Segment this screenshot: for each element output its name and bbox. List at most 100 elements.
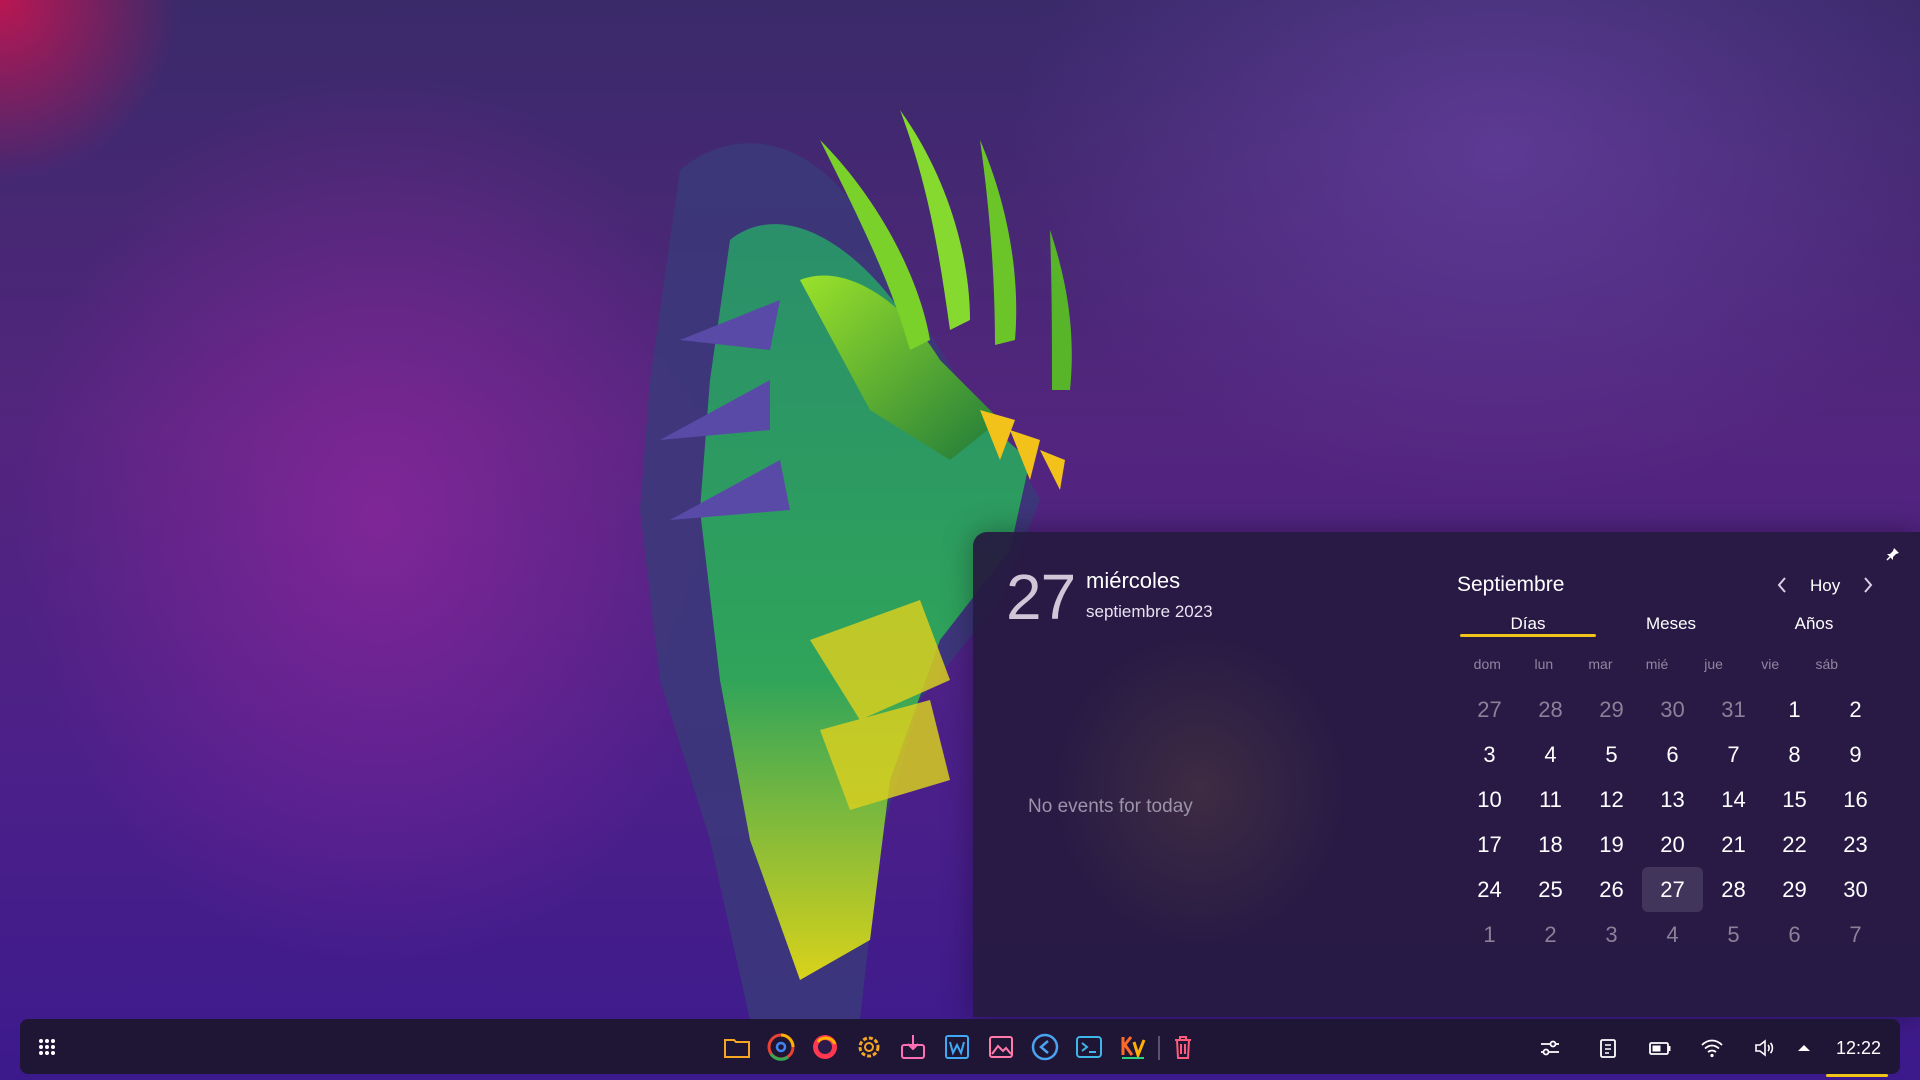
clipboard-icon [1600, 1039, 1616, 1058]
weekday-label: dom [1473, 656, 1501, 672]
calendar-day[interactable]: 21 [1703, 822, 1764, 867]
firefox-icon [813, 1035, 837, 1059]
writer-app-button[interactable] [942, 1032, 972, 1062]
tab-months[interactable]: Meses [1603, 614, 1739, 634]
calendar-day[interactable]: 20 [1642, 822, 1703, 867]
calendar-day[interactable]: 30 [1825, 867, 1886, 912]
show-hidden-tray-button[interactable] [1792, 1036, 1816, 1060]
calendar-day-other-month[interactable]: 5 [1703, 912, 1764, 957]
calendar-day[interactable]: 7 [1703, 732, 1764, 777]
today-button[interactable]: Hoy [1810, 576, 1840, 596]
weekday-label: mié [1645, 656, 1669, 672]
calendar-day[interactable]: 13 [1642, 777, 1703, 822]
weekday-label: lun [1534, 656, 1554, 672]
weekday-label: vie [1761, 656, 1780, 672]
calendar-day[interactable]: 19 [1581, 822, 1642, 867]
previous-month-button[interactable] [1773, 572, 1791, 598]
settings-app-button[interactable] [854, 1032, 884, 1062]
app-launcher-button[interactable] [32, 1032, 62, 1062]
calendar-day[interactable]: 29 [1764, 867, 1825, 912]
app-grid-icon [39, 1039, 55, 1055]
writer-icon [945, 1035, 969, 1059]
calendar-day[interactable]: 9 [1825, 732, 1886, 777]
quick-settings-button[interactable] [1538, 1036, 1562, 1060]
volume-indicator[interactable] [1752, 1036, 1776, 1060]
calendar-day-other-month[interactable]: 3 [1581, 912, 1642, 957]
image-viewer-icon [989, 1036, 1013, 1058]
calendar-day[interactable]: 11 [1520, 777, 1581, 822]
calendar-day[interactable]: 5 [1581, 732, 1642, 777]
selected-weekday: miércoles [1086, 568, 1181, 593]
calendar-day[interactable]: 12 [1581, 777, 1642, 822]
calendar-day[interactable]: 10 [1459, 777, 1520, 822]
calendar-day-other-month[interactable]: 29 [1581, 687, 1642, 732]
settings-gear-icon [858, 1036, 880, 1058]
calendar-day[interactable]: 18 [1520, 822, 1581, 867]
sliders-icon [1541, 1040, 1559, 1056]
calendar-day-other-month[interactable]: 6 [1764, 912, 1825, 957]
image-viewer-button[interactable] [986, 1032, 1016, 1062]
selected-day-number: 27 [1006, 561, 1076, 633]
calendar-day-other-month[interactable]: 28 [1520, 687, 1581, 732]
calendar-day[interactable]: 24 [1459, 867, 1520, 912]
calendar-day[interactable]: 8 [1764, 732, 1825, 777]
calendar-day[interactable]: 1 [1764, 687, 1825, 732]
files-app-button[interactable] [722, 1032, 752, 1062]
calendar-day[interactable]: 22 [1764, 822, 1825, 867]
weekday-label: jue [1704, 656, 1723, 672]
taskbar-clock[interactable]: 12:22 [1836, 1038, 1881, 1059]
battery-indicator[interactable] [1648, 1036, 1672, 1060]
chrome-app-button[interactable] [766, 1032, 796, 1062]
pin-icon [1886, 548, 1899, 561]
weekday-header-row: dom lun mar mié jue vie sáb [1459, 656, 1855, 676]
calendar-day[interactable]: 14 [1703, 777, 1764, 822]
selected-month-year: septiembre 2023 [1086, 602, 1213, 621]
calendar-day[interactable]: 25 [1520, 867, 1581, 912]
tab-days[interactable]: Días [1460, 614, 1596, 634]
calendar-day-other-month[interactable]: 4 [1642, 912, 1703, 957]
vscode-app-button[interactable] [1030, 1032, 1060, 1062]
trash-icon [1175, 1036, 1191, 1059]
clipboard-button[interactable] [1596, 1036, 1620, 1060]
pin-button[interactable] [1886, 547, 1900, 561]
tab-years[interactable]: Años [1746, 614, 1882, 634]
taskbar-separator [1158, 1036, 1160, 1060]
calendar-day[interactable]: 15 [1764, 777, 1825, 822]
wifi-indicator[interactable] [1700, 1036, 1724, 1060]
volume-icon [1755, 1039, 1774, 1057]
next-month-button[interactable] [1859, 572, 1877, 598]
calendar-day[interactable]: 4 [1520, 732, 1581, 777]
calendar-day-other-month[interactable]: 31 [1703, 687, 1764, 732]
software-installer-icon [901, 1035, 925, 1059]
calendar-day[interactable]: 17 [1459, 822, 1520, 867]
calendar-day[interactable]: 6 [1642, 732, 1703, 777]
calendar-day[interactable]: 16 [1825, 777, 1886, 822]
weekday-label: mar [1588, 656, 1613, 672]
terminal-app-button[interactable] [1074, 1032, 1104, 1062]
calendar-day[interactable]: 28 [1703, 867, 1764, 912]
kv-editor-app-button[interactable] [1118, 1032, 1148, 1062]
chrome-icon [767, 1033, 795, 1061]
calendar-day-other-month[interactable]: 1 [1459, 912, 1520, 957]
calendar-day-grid: 27 28 29 30 31 1 2 3 4 5 6 7 8 9 10 11 12 13 14 15 16 17 18 19 2… [1459, 687, 1886, 957]
calendar-day[interactable]: 23 [1825, 822, 1886, 867]
software-installer-button[interactable] [898, 1032, 928, 1062]
terminal-icon [1076, 1036, 1102, 1058]
calendar-day-today[interactable]: 27 [1642, 867, 1703, 912]
chevron-left-icon [1777, 577, 1786, 593]
weekday-label: sáb [1815, 656, 1839, 672]
calendar-day[interactable]: 2 [1825, 687, 1886, 732]
calendar-day-other-month[interactable]: 27 [1459, 687, 1520, 732]
battery-icon [1649, 1042, 1671, 1055]
calendar-day-other-month[interactable]: 30 [1642, 687, 1703, 732]
vscode-icon [1031, 1033, 1059, 1061]
chevron-up-icon [1798, 1045, 1810, 1051]
chevron-right-icon [1864, 577, 1873, 593]
trash-button[interactable] [1168, 1032, 1198, 1062]
firefox-app-button[interactable] [810, 1032, 840, 1062]
calendar-day[interactable]: 26 [1581, 867, 1642, 912]
calendar-day[interactable]: 3 [1459, 732, 1520, 777]
files-folder-icon [724, 1039, 750, 1058]
calendar-day-other-month[interactable]: 7 [1825, 912, 1886, 957]
calendar-day-other-month[interactable]: 2 [1520, 912, 1581, 957]
